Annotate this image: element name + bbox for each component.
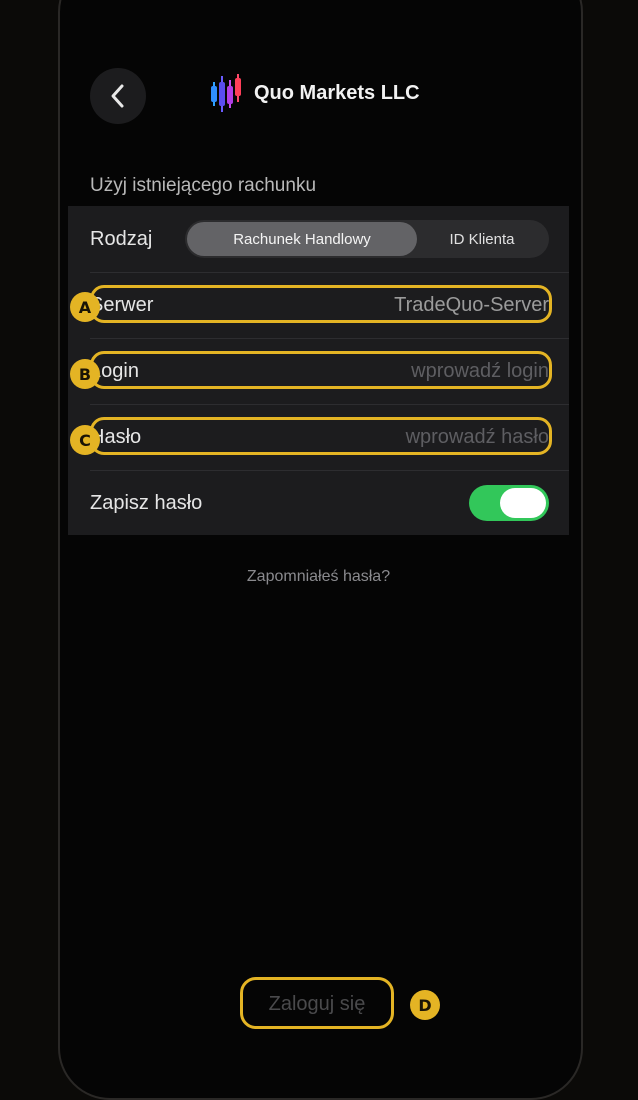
annotation-badge-b: B [70, 359, 100, 389]
account-type-segmented-control: Rachunek Handlowy ID Klienta [185, 220, 549, 258]
annotation-badge-d: D [410, 990, 440, 1020]
login-input[interactable]: wprowadź login [411, 360, 549, 383]
section-title: Użyj istniejącego rachunku [90, 175, 317, 196]
candlestick-logo-icon [211, 74, 241, 112]
password-row: Hasło wprowadź hasło [90, 404, 549, 470]
back-button[interactable] [90, 68, 146, 124]
account-type-label: Rodzaj [90, 227, 153, 250]
password-input[interactable]: wprowadź hasło [406, 426, 549, 449]
segment-trading-account[interactable]: Rachunek Handlowy [187, 222, 417, 256]
account-type-row: Rodzaj Rachunek Handlowy ID Klienta [90, 206, 549, 272]
annotation-badge-c: C [70, 425, 100, 455]
annotation-badge-a: A [70, 292, 100, 322]
forgot-password-link[interactable]: Zapomniałeś hasła? [68, 568, 569, 586]
brand-header: Quo Markets LLC [208, 72, 420, 114]
page-title: Quo Markets LLC [254, 81, 420, 104]
login-form-panel: Rodzaj Rachunek Handlowy ID Klienta Serw… [68, 206, 569, 535]
toggle-knob [500, 488, 546, 518]
login-screen: Quo Markets LLC Użyj istniejącego rachun… [68, 0, 569, 1062]
login-row: Login wprowadź login [90, 338, 549, 404]
segment-client-id[interactable]: ID Klienta [417, 222, 547, 256]
server-value: TradeQuo-Server [394, 293, 549, 316]
server-row[interactable]: Serwer TradeQuo-Server [90, 272, 549, 338]
chevron-left-icon [111, 84, 124, 108]
save-password-row: Zapisz hasło [90, 470, 549, 536]
save-password-label: Zapisz hasło [90, 491, 203, 514]
save-password-toggle[interactable] [469, 485, 549, 521]
login-button[interactable]: Zaloguj się [242, 980, 392, 1028]
